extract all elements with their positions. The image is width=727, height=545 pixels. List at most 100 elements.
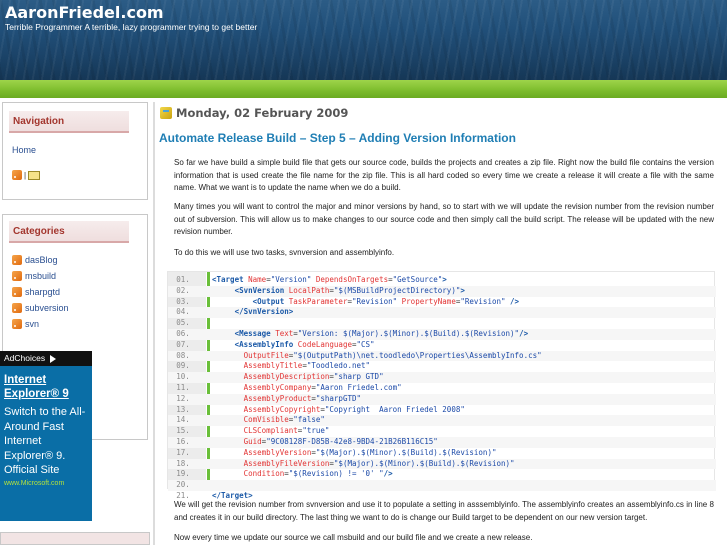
code-text: ComVisible="false" (243, 415, 325, 425)
code-line: 01. <Target Name="Version" DependsOnTarge… (168, 275, 716, 286)
line-number: 14. (176, 415, 190, 425)
category-item[interactable]: msbuild (12, 269, 56, 282)
line-number: 04. (176, 307, 190, 317)
post-date-row: Monday, 02 February 2009 (160, 106, 348, 120)
line-number: 06. (176, 329, 190, 338)
line-number: 17. (176, 447, 190, 457)
calendar-icon (160, 107, 172, 119)
code-line: 08. OutputFile="$(OutputPath)\net.toodle… (168, 350, 716, 362)
code-text: <AssemblyInfo CodeLanguage="CS" (234, 339, 375, 349)
content-border (153, 102, 155, 545)
rss-icon[interactable] (12, 270, 22, 281)
line-number: 15. (176, 426, 190, 436)
code-text: Guid="9C08128F-D85B-42e8-9BD4-21B26B116C… (243, 437, 438, 446)
post-paragraph: To do this we will use two tasks, svnver… (174, 248, 395, 257)
code-text: CLSCompliant="true" (243, 426, 330, 436)
line-number: 13. (176, 404, 190, 414)
code-line: 06. <Message Text="Version: $(Major).$(M… (168, 329, 716, 340)
code-line: 04. </SvnVersion> (168, 307, 716, 319)
category-link[interactable]: subversion (25, 303, 69, 313)
sidebar-box-bottom (0, 532, 150, 545)
code-text: <Message Text="Version: $(Major).$(Minor… (234, 329, 529, 338)
code-line: 11. AssemblyCompany="Aaron Friedel.com" (168, 383, 716, 394)
navigation-title: Navigation (9, 111, 129, 133)
line-number: 19. (176, 469, 190, 479)
line-number: 20. (176, 480, 190, 490)
line-number: 08. (176, 350, 190, 360)
code-text: AssemblyCopyright="Copyright Aaron Fried… (243, 404, 465, 414)
rss-icon[interactable] (12, 286, 22, 297)
code-line: 15. CLSCompliant="true" (168, 426, 716, 437)
code-text: AssemblyDescription="sharp GTD" (243, 372, 384, 382)
rss-icon[interactable] (12, 170, 22, 180)
nav-home-link[interactable]: Home (12, 145, 36, 155)
category-link[interactable]: sharpgtd (25, 287, 60, 297)
ad-title[interactable]: Internet Explorer® 9 (4, 373, 90, 401)
category-link[interactable]: dasBlog (25, 255, 58, 265)
line-number: 01. (176, 275, 190, 284)
line-number: 03. (176, 296, 190, 306)
rss-icon[interactable] (12, 318, 22, 329)
code-text: AssemblyProduct="sharpGTD" (243, 393, 362, 403)
sidebar: Navigation Home | Categories dasBlog msb… (0, 102, 150, 545)
ad-choices-text: AdChoices (4, 353, 46, 363)
code-line: 17. AssemblyVersion="$(Major).$(Minor).$… (168, 448, 716, 459)
site-title[interactable]: AaronFriedel.com (5, 3, 164, 22)
code-line: 20. (168, 480, 716, 491)
code-text: OutputFile="$(OutputPath)\net.toodledo\P… (243, 350, 542, 360)
line-number: 02. (176, 285, 190, 295)
line-number: 07. (176, 339, 190, 349)
line-number: 12. (176, 393, 190, 403)
code-line: 16. Guid="9C08128F-D85B-42e8-9BD4-21B26B… (168, 437, 716, 448)
code-line: 10. AssemblyDescription="sharp GTD" (168, 372, 716, 383)
code-text: <SvnVersion LocalPath="$(MSBuildProjectD… (234, 285, 465, 295)
post-date: Monday, 02 February 2009 (176, 106, 349, 120)
post-paragraph: We will get the revision number from svn… (174, 500, 714, 522)
code-line: 05. (168, 318, 716, 329)
ad-unit[interactable]: AdChoices Internet Explorer® 9 Switch to… (0, 351, 92, 521)
code-text: AssemblyVersion="$(Major).$(Minor).$(Bui… (243, 447, 497, 457)
category-item[interactable]: svn (12, 317, 39, 330)
feed-separator: | (24, 170, 27, 180)
feed-links: | (12, 170, 41, 180)
line-number: 09. (176, 361, 190, 371)
category-item[interactable]: subversion (12, 301, 69, 314)
line-number: 10. (176, 372, 190, 382)
category-link[interactable]: svn (25, 319, 39, 329)
code-line: 14. ComVisible="false" (168, 415, 716, 427)
code-line: 02. <SvnVersion LocalPath="$(MSBuildProj… (168, 285, 716, 297)
code-line: 09. AssemblyTitle="Toodledo.net" (168, 361, 716, 372)
rss-icon[interactable] (12, 302, 22, 313)
ad-choices-icon (50, 354, 57, 363)
line-number: 18. (176, 458, 190, 468)
code-block: 01. <Target Name="Version" DependsOnTarge… (167, 271, 716, 500)
navigation-box: Navigation Home | (2, 102, 148, 200)
category-item[interactable]: sharpgtd (12, 285, 60, 298)
site-tagline: Terrible Programmer A terrible, lazy pro… (5, 22, 258, 32)
code-text: Condition="$(Revision) != '0' "/> (243, 469, 393, 479)
ad-body[interactable]: Switch to the All-Around Fast Internet E… (4, 405, 90, 478)
code-text: <Target Name="Version" DependsOnTargets=… (212, 275, 447, 284)
category-item[interactable]: dasBlog (12, 253, 58, 266)
code-text: AssemblyCompany="Aaron Friedel.com" (243, 383, 402, 392)
rss-icon[interactable] (12, 254, 22, 265)
site-header: AaronFriedel.com Terrible Programmer A t… (0, 0, 727, 80)
line-number: 11. (176, 383, 190, 392)
ad-choices-label[interactable]: AdChoices (0, 351, 92, 366)
post-title[interactable]: Automate Release Build – Step 5 – Adding… (159, 131, 516, 145)
email-icon[interactable] (28, 170, 41, 180)
code-line: 07. <AssemblyInfo CodeLanguage="CS" (168, 340, 716, 351)
category-link[interactable]: msbuild (25, 271, 56, 281)
code-text: <Output TaskParameter="Revision" Propert… (252, 296, 520, 306)
header-green-bar (0, 80, 727, 98)
main-content: Monday, 02 February 2009 Automate Releas… (150, 102, 727, 545)
code-line: 18. AssemblyFileVersion="$(Major).$(Mino… (168, 458, 716, 470)
line-number: 05. (176, 318, 190, 328)
post-paragraph: So far we have build a simple build file… (174, 158, 714, 192)
code-line: 19. Condition="$(Revision) != '0' "/> (168, 469, 716, 480)
ad-url[interactable]: www.Microsoft.com (4, 480, 64, 487)
code-text: AssemblyFileVersion="$(Major).$(Minor).$… (243, 458, 515, 468)
post-paragraph: Now every time we update our source we c… (174, 533, 533, 542)
categories-title: Categories (9, 221, 129, 243)
post-paragraph: Many times you will want to control the … (174, 202, 714, 236)
